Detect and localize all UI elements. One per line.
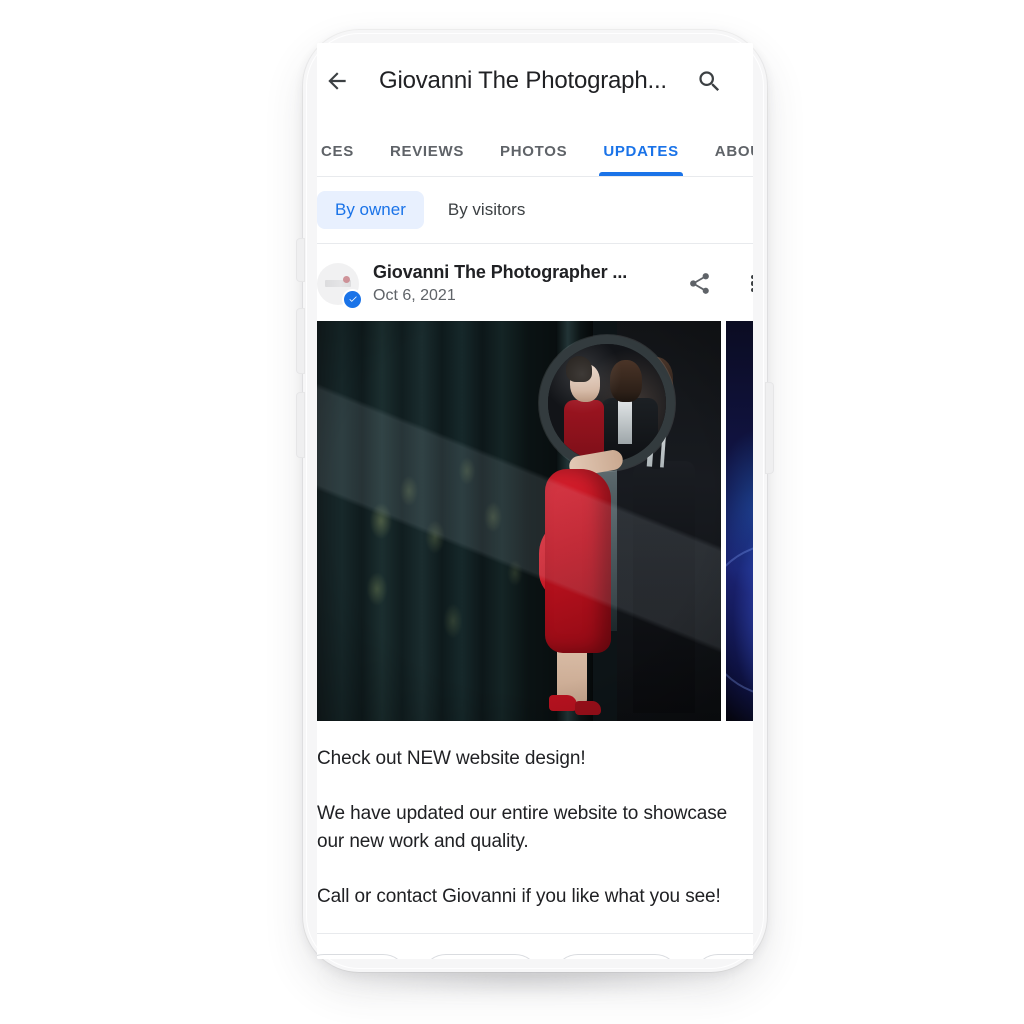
post-body: Check out NEW website design! We have up…: [317, 721, 753, 934]
search-button[interactable]: [687, 59, 731, 103]
tab-about[interactable]: ABOU: [697, 143, 753, 176]
post-paragraph-3: Call or contact Giovanni if you like wha…: [317, 886, 721, 907]
tab-photos[interactable]: PHOTOS: [482, 143, 585, 176]
tab-services[interactable]: CES: [317, 143, 372, 176]
tab-updates[interactable]: UPDATES: [585, 143, 696, 176]
post-button[interactable]: Post: [692, 954, 753, 959]
photo-carousel[interactable]: 1/10: [317, 321, 753, 721]
post-photo-next[interactable]: [726, 321, 753, 721]
post-photo-primary[interactable]: [317, 321, 721, 721]
post-paragraph-2: We have updated our entire website to sh…: [317, 803, 728, 852]
tab-bar: CES REVIEWS PHOTOS UPDATES ABOU: [317, 119, 753, 177]
phone-screen: Giovanni The Photograph... CES REVIEWS P…: [317, 43, 753, 959]
search-icon: [698, 70, 719, 91]
tab-reviews[interactable]: REVIEWS: [372, 143, 482, 176]
photo-layer-man-body: [633, 461, 695, 713]
post-overflow-button[interactable]: [733, 264, 753, 304]
post-date: Oct 6, 2021: [373, 287, 456, 304]
arrow-left-icon: [328, 72, 346, 90]
photo-layer-mirror-glare: [548, 344, 622, 414]
post-author-name: Giovanni The Photographer ...: [373, 262, 628, 282]
action-bar: Call Save Share: [317, 934, 753, 959]
app-viewport: Giovanni The Photograph... CES REVIEWS P…: [317, 43, 753, 959]
screenshot-canvas: Giovanni The Photograph... CES REVIEWS P…: [0, 0, 1024, 1024]
back-button[interactable]: [317, 61, 357, 101]
post-header: Giovanni The Photographer ... Oct 6, 202…: [317, 244, 753, 321]
check-glyph: [348, 296, 357, 302]
page-title: Giovanni The Photograph...: [379, 67, 667, 94]
photo-layer-wall: [317, 321, 567, 721]
verified-check-icon: [344, 290, 361, 308]
post-meta: Giovanni The Photographer ... Oct 6, 202…: [373, 262, 679, 305]
post-paragraph-1: Check out NEW website design!: [317, 748, 586, 769]
phone-power-button[interactable]: [765, 382, 774, 474]
phone-volume-down-button[interactable]: [296, 392, 305, 458]
filter-chip-by-visitors[interactable]: By visitors: [430, 191, 543, 229]
save-button[interactable]: Save: [420, 954, 541, 959]
filter-chip-by-owner[interactable]: By owner: [317, 191, 424, 229]
filter-chip-row: By owner By visitors: [317, 177, 753, 244]
photo-layer-woman-shoe-left: [549, 695, 577, 711]
avatar-wrapper: [317, 262, 361, 308]
overflow-menu-button[interactable]: [741, 59, 753, 103]
photo-layer-reflected-man-shirt: [618, 400, 632, 444]
share-button[interactable]: Share: [553, 954, 680, 959]
more-vertical-icon: [750, 272, 753, 294]
phone-volume-up-button[interactable]: [296, 308, 305, 374]
photo-layer-woman-shoe-right: [575, 701, 601, 715]
phone-silent-switch[interactable]: [296, 238, 305, 282]
share-icon: [689, 273, 709, 294]
post-share-button[interactable]: [679, 264, 719, 304]
app-bar: Giovanni The Photograph...: [317, 43, 753, 119]
call-button[interactable]: Call: [317, 954, 408, 959]
photo-layer-woman-red-dress: [545, 469, 611, 653]
